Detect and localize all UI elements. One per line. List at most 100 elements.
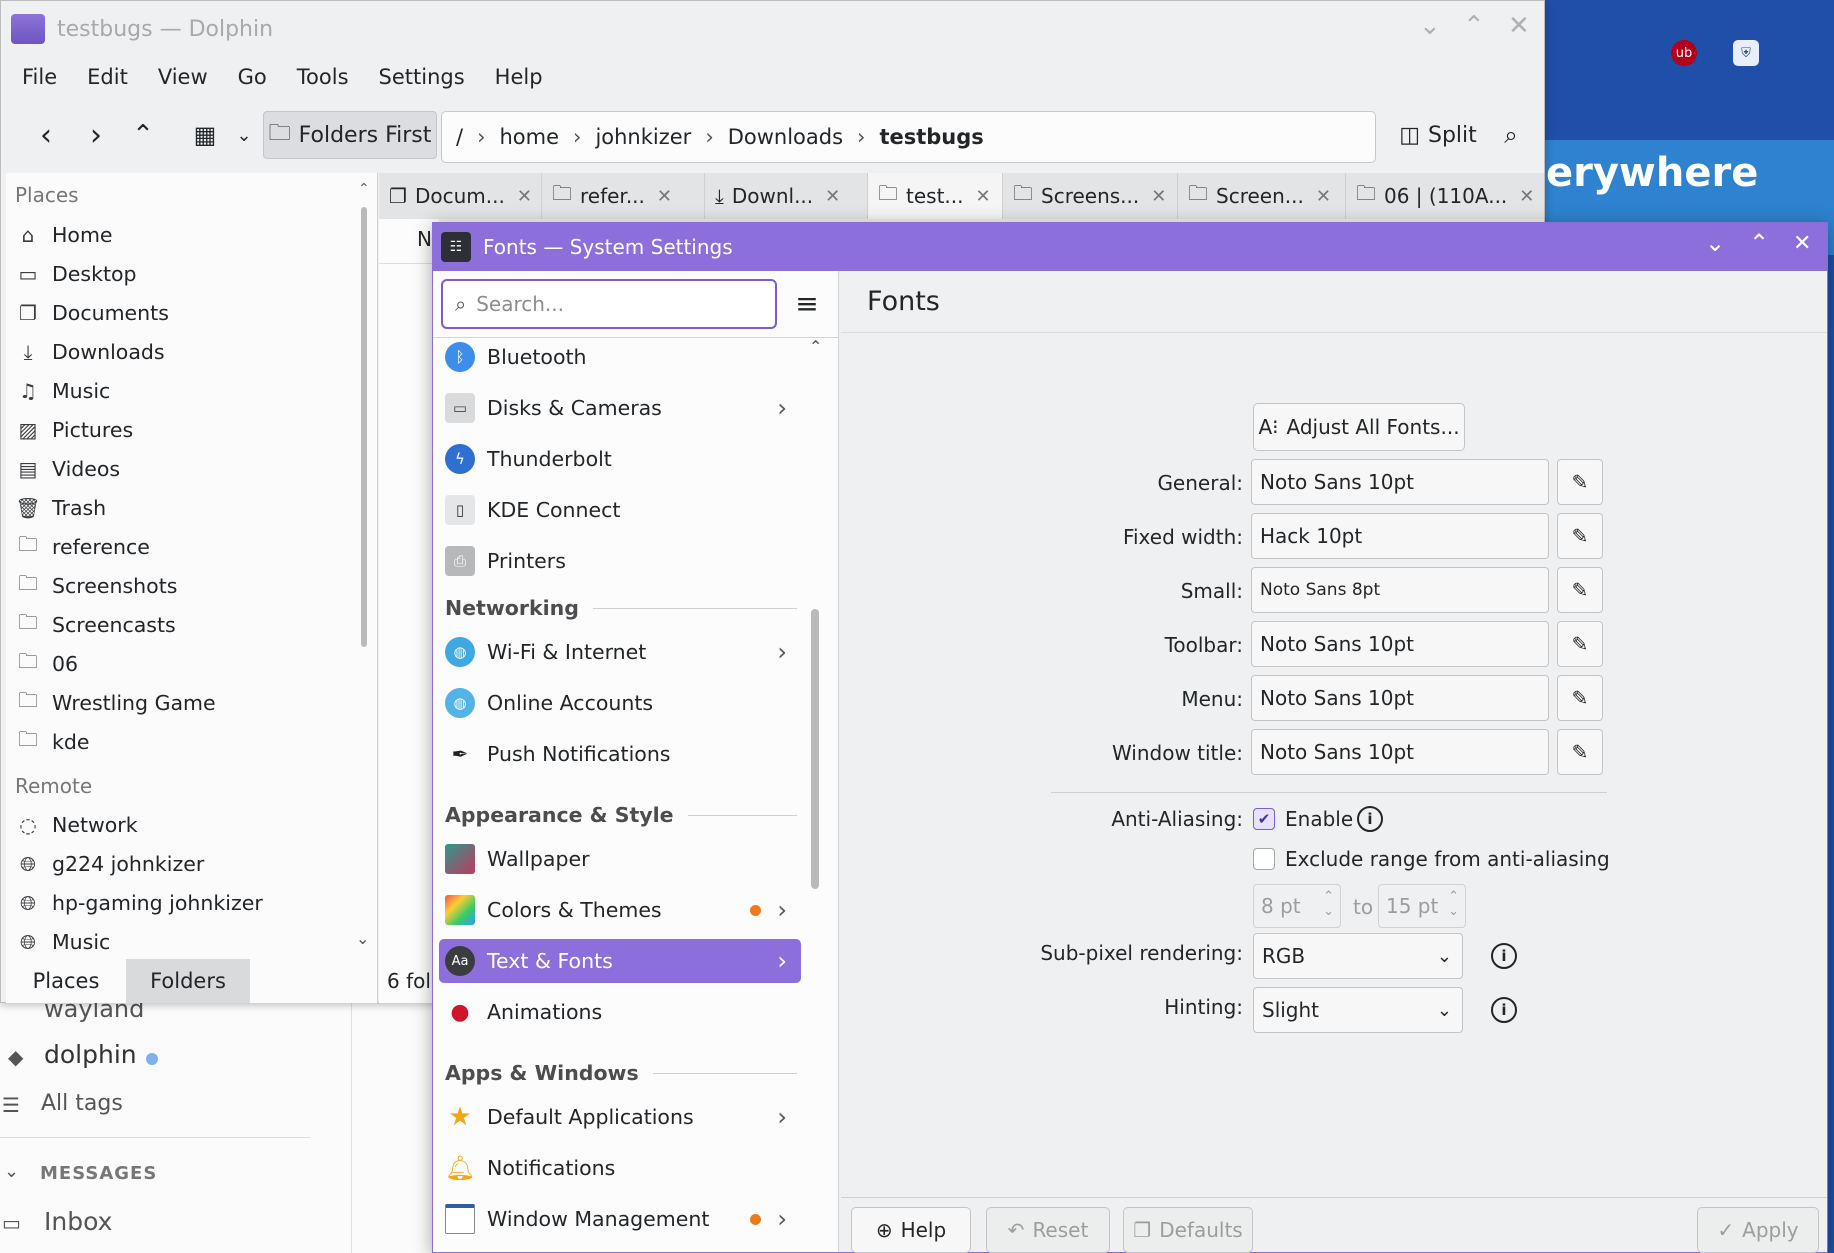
crumb-user[interactable]: johnkizer — [595, 125, 691, 149]
split-button[interactable]: ◫ Split — [1393, 111, 1483, 159]
sidebar-item-online-accounts[interactable]: ◍ Online Accounts — [439, 681, 801, 725]
sidebar-item-printers[interactable]: ⎙ Printers — [439, 539, 801, 583]
sidebar-item-wallpaper[interactable]: Wallpaper — [439, 837, 801, 881]
remote-hp-gaming[interactable]: 🌐︎ hp-gaming johnkizer — [15, 885, 263, 921]
settings-titlebar[interactable]: ☷ Fonts — System Settings ⌄ ⌃ ✕ — [433, 223, 1827, 271]
all-tags[interactable]: All tags — [41, 1091, 123, 1116]
menu-view[interactable]: View — [158, 65, 208, 89]
close-icon[interactable]: ✕ — [657, 186, 672, 207]
sidebar-item-notifications[interactable]: 🔔︎ Notifications — [439, 1146, 801, 1190]
inbox[interactable]: Inbox — [44, 1207, 112, 1236]
close-icon[interactable]: ✕ — [1316, 186, 1331, 207]
sidebar-item-default-apps[interactable]: ★ Default Applications › — [439, 1095, 801, 1139]
crumb-downloads[interactable]: Downloads — [728, 125, 843, 149]
info-icon[interactable]: i — [1357, 806, 1383, 832]
edit-pencil-icon[interactable]: ✎ — [1557, 459, 1603, 505]
edit-pencil-icon[interactable]: ✎ — [1557, 513, 1603, 559]
search-icon[interactable]: ⌕ — [1491, 111, 1531, 159]
close-icon[interactable]: ✕ — [1508, 11, 1530, 41]
adjust-all-fonts-button[interactable]: A⁝ Adjust All Fonts... — [1253, 403, 1465, 451]
remote-music[interactable]: 🌐︎ Music — [15, 924, 110, 960]
place-trash[interactable]: 🗑 Trash — [15, 490, 106, 526]
place-06[interactable]: 🗀 06 — [15, 646, 78, 682]
range-to-spinbox[interactable]: 15 pt ⌃ ⌄ — [1378, 884, 1466, 928]
crumb-home[interactable]: home — [499, 125, 559, 149]
tab-downloads[interactable]: ⤓ Downl... ✕ — [705, 173, 868, 219]
tab-reference[interactable]: 🗀 refer... ✕ — [542, 173, 705, 219]
scroll-thumb[interactable] — [361, 207, 367, 647]
remote-g224[interactable]: 🌐︎ g224 johnkizer — [15, 846, 204, 882]
place-screenshots[interactable]: 🗀 Screenshots — [15, 568, 177, 604]
crumb-current[interactable]: testbugs — [879, 125, 983, 149]
sidebar-item-kdeconnect[interactable]: ▯ KDE Connect — [439, 488, 801, 532]
sidebar-item-disks[interactable]: ▭ Disks & Cameras › — [439, 386, 801, 430]
general-font-field[interactable]: Noto Sans 10pt — [1251, 459, 1549, 505]
subpixel-select[interactable]: RGB ⌄ — [1253, 933, 1463, 979]
sidebar-scrollbar[interactable]: ⌃ ⌄ — [801, 271, 829, 1201]
ublock-icon[interactable]: ub — [1671, 40, 1697, 66]
menu-settings[interactable]: Settings — [379, 65, 465, 89]
file-view[interactable]: N — [379, 219, 439, 1003]
place-kde[interactable]: 🗀 kde — [15, 724, 90, 760]
chevron-down-icon[interactable]: ⌄ — [4, 1161, 19, 1182]
sidebar-item-push[interactable]: ✒ Push Notifications — [439, 732, 801, 776]
place-videos[interactable]: ▤ Videos — [15, 451, 121, 487]
defaults-button[interactable]: ❐ Defaults — [1123, 1207, 1253, 1253]
reset-button[interactable]: ↶ Reset — [986, 1207, 1110, 1253]
minimize-icon[interactable]: ⌄ — [1705, 229, 1725, 257]
crumb-root[interactable]: / — [456, 125, 463, 149]
close-icon[interactable]: ✕ — [975, 186, 990, 207]
info-icon[interactable]: i — [1491, 997, 1517, 1023]
help-button[interactable]: ⊕ Help — [851, 1207, 971, 1253]
chevron-down-icon[interactable]: ⌄ — [356, 929, 369, 948]
menu-edit[interactable]: Edit — [87, 65, 128, 89]
sidebar-item-animations[interactable]: ● Animations — [439, 990, 801, 1034]
enable-antialiasing-checkbox[interactable]: ✔ — [1253, 808, 1275, 830]
menu-file[interactable]: File — [22, 65, 57, 89]
edit-pencil-icon[interactable]: ✎ — [1557, 729, 1603, 775]
place-home[interactable]: ⌂ Home — [15, 217, 113, 253]
tab-screenshots[interactable]: 🗀 Screens... ✕ — [1003, 173, 1178, 219]
info-icon[interactable]: i — [1491, 943, 1517, 969]
menu-help[interactable]: Help — [495, 65, 543, 89]
chevron-down-icon[interactable]: ⌄ — [229, 111, 259, 159]
tab-06[interactable]: 🗀 06 | (110A... ✕ — [1346, 173, 1544, 219]
shield-icon[interactable]: ⛨ — [1733, 40, 1759, 66]
close-icon[interactable]: ✕ — [517, 186, 532, 207]
folders-first-button[interactable]: 🗀 Folders First — [263, 111, 437, 159]
tab-testbugs[interactable]: 🗀 test... ✕ — [868, 173, 1003, 219]
back-button[interactable]: ‹ — [26, 111, 66, 159]
forward-button[interactable]: › — [76, 111, 116, 159]
exclude-range-checkbox[interactable] — [1253, 848, 1275, 870]
tab-places[interactable]: Places — [6, 959, 126, 1003]
places-scrollbar[interactable]: ⌃ — [358, 181, 370, 651]
sidebar-item-window-management[interactable]: Window Management › — [439, 1197, 801, 1241]
sidebar-item-thunderbolt[interactable]: ϟ Thunderbolt — [439, 437, 801, 481]
place-pictures[interactable]: ▨ Pictures — [15, 412, 134, 448]
close-icon[interactable]: ✕ — [825, 186, 840, 207]
menu-font-field[interactable]: Noto Sans 10pt — [1251, 675, 1549, 721]
close-icon[interactable]: ✕ — [1519, 186, 1534, 207]
dolphin-titlebar[interactable]: testbugs — Dolphin ⌄ ⌃ ✕ — [1, 1, 1544, 57]
chevron-up-icon[interactable]: ⌃ — [358, 181, 370, 197]
place-screencasts[interactable]: 🗀 Screencasts — [15, 607, 176, 643]
breadcrumb[interactable]: / › home › johnkizer › Downloads › testbugs — [441, 111, 1376, 163]
hinting-select[interactable]: Slight ⌄ — [1253, 987, 1463, 1033]
edit-pencil-icon[interactable]: ✎ — [1557, 621, 1603, 667]
place-downloads[interactable]: ⤓ Downloads — [15, 334, 165, 370]
search-input[interactable]: ⌕ Search... — [441, 279, 777, 329]
range-from-spinbox[interactable]: 8 pt ⌃ ⌄ — [1253, 884, 1341, 928]
up-button[interactable]: ⌃ — [123, 111, 163, 159]
scroll-thumb[interactable] — [811, 609, 819, 889]
menu-tools[interactable]: Tools — [297, 65, 349, 89]
window-title-font-field[interactable]: Noto Sans 10pt — [1251, 729, 1549, 775]
tab-folders[interactable]: Folders — [126, 959, 250, 1003]
place-music[interactable]: ♫ Music — [15, 373, 110, 409]
tab-screencasts[interactable]: 🗀 Screen... ✕ — [1178, 173, 1346, 219]
view-mode-icon[interactable]: ▦ — [187, 111, 223, 159]
fixed-width-font-field[interactable]: Hack 10pt — [1251, 513, 1549, 559]
toolbar-font-field[interactable]: Noto Sans 10pt — [1251, 621, 1549, 667]
place-reference[interactable]: 🗀 reference — [15, 529, 150, 565]
sidebar-item-bluetooth[interactable]: ᛒ Bluetooth — [439, 335, 801, 379]
maximize-icon[interactable]: ⌃ — [1463, 11, 1485, 41]
